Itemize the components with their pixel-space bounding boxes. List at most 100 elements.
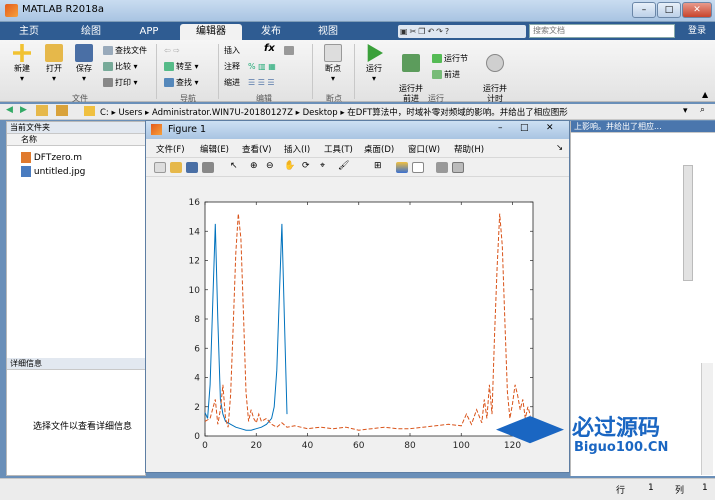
data-cursor-icon[interactable]: ⌖ xyxy=(320,161,325,171)
pointer-icon[interactable]: ↖ xyxy=(230,161,238,171)
status-row-value: 1 xyxy=(648,483,654,493)
show-plot-tools-icon[interactable] xyxy=(452,162,464,173)
save-figure-icon[interactable] xyxy=(186,162,198,173)
breadcrumb-segment[interactable]: Desktop xyxy=(303,108,338,118)
tab-publish[interactable]: 发布 xyxy=(246,24,296,40)
redo-icon[interactable]: ↷ xyxy=(436,27,445,36)
ribbon-collapse-icon[interactable]: ▲ xyxy=(702,90,708,99)
rotate-icon[interactable]: ⟳ xyxy=(302,161,310,171)
help-icon[interactable]: ? xyxy=(445,27,451,36)
new-icon xyxy=(13,44,31,62)
run-section-button[interactable]: 运行节 xyxy=(432,54,468,64)
group-separator xyxy=(156,44,157,99)
save-button[interactable]: 保存 ▾ xyxy=(71,44,97,84)
new-button[interactable]: 新建 ▾ xyxy=(8,44,36,84)
breadcrumb-segment[interactable]: Users xyxy=(118,108,142,118)
menu-desktop[interactable]: 桌面(D) xyxy=(364,143,394,155)
menu-view[interactable]: 查看(V) xyxy=(242,143,271,155)
figure-maximize-button[interactable]: □ xyxy=(520,123,529,133)
tab-home[interactable]: 主页 xyxy=(6,24,52,40)
y-tick-label: 16 xyxy=(189,198,201,208)
figure-minimize-button[interactable]: – xyxy=(498,123,503,133)
open-file-icon[interactable] xyxy=(170,162,182,173)
hide-plot-tools-icon[interactable] xyxy=(436,162,448,173)
menu-edit[interactable]: 编辑(E) xyxy=(200,143,229,155)
graduation-cap-icon xyxy=(496,416,564,444)
fx-button[interactable]: fx xyxy=(264,44,275,54)
menu-window[interactable]: 窗口(W) xyxy=(408,143,440,155)
name-column-header[interactable]: 名称 xyxy=(7,134,145,146)
indent-button[interactable]: 缩进 xyxy=(224,78,240,88)
save-icon[interactable]: ▣ xyxy=(400,27,410,36)
status-row-label: 行 xyxy=(616,486,626,496)
watermark-logo: 必过源码 Biguo100.CN xyxy=(492,408,702,468)
workspace-scrollbar[interactable] xyxy=(701,363,713,475)
comment-icons[interactable]: % ▥ ▦ xyxy=(248,62,276,72)
indent-icons[interactable]: ☰ ☰ ☰ xyxy=(248,78,275,88)
goto-icon xyxy=(164,62,174,71)
run-and-time-button[interactable]: 运行并 计时 xyxy=(478,44,512,104)
zoom-out-icon[interactable]: ⊖ xyxy=(266,161,274,171)
list-item[interactable]: DFTzero.m xyxy=(21,152,82,163)
nav-back-icon[interactable]: ◀ xyxy=(6,105,13,115)
browse-folder-icon[interactable] xyxy=(56,105,68,116)
details-placeholder: 选择文件以查看详细信息 xyxy=(33,422,133,432)
figure-close-button[interactable]: ✕ xyxy=(546,123,554,133)
breadcrumb-segment[interactable]: 在DFT算法中，时域补零对频域的影响。并给出了相应图形 xyxy=(347,108,567,118)
menu-tools[interactable]: 工具(T) xyxy=(324,143,353,155)
minimize-button[interactable]: – xyxy=(632,2,656,18)
undo-icon[interactable]: ↶ xyxy=(427,27,436,36)
window-title-bar: MATLAB R2018a – □ ✕ xyxy=(0,0,715,22)
breadcrumb-segment[interactable]: Administrator.WIN7U-20180127Z xyxy=(152,108,293,118)
new-figure-icon[interactable] xyxy=(154,162,166,173)
cut-icon[interactable]: ✂ xyxy=(410,27,419,36)
menu-dock-icon[interactable]: ↘ xyxy=(556,143,563,153)
tab-apps[interactable]: APP xyxy=(124,24,174,40)
breakpoints-button[interactable]: 断点 ▾ xyxy=(318,44,348,84)
run-button[interactable]: 运行 ▾ xyxy=(360,44,388,84)
advance-button[interactable]: 前进 xyxy=(432,70,460,80)
zoom-in-icon[interactable]: ⊕ xyxy=(250,161,258,171)
login-button[interactable]: 登录 xyxy=(680,22,714,40)
editor-tab-title[interactable]: 上影响。并给出了相应... xyxy=(571,121,715,133)
comment-button[interactable]: 注释 xyxy=(224,62,240,72)
nav-forward-icon[interactable]: ▶ xyxy=(20,105,27,115)
stopwatch-icon xyxy=(486,54,504,72)
colorbar-icon[interactable] xyxy=(396,162,408,173)
editor-scrollbar[interactable] xyxy=(683,165,693,281)
pan-icon[interactable]: ✋ xyxy=(284,161,295,171)
group-separator xyxy=(354,44,355,99)
group-label-file: 文件 xyxy=(72,94,88,103)
tab-view[interactable]: 视图 xyxy=(302,24,354,40)
y-tick-label: 0 xyxy=(194,432,200,442)
details-title: 详细信息 xyxy=(7,358,145,370)
menu-insert[interactable]: 插入(I) xyxy=(284,143,310,155)
search-documentation-input[interactable]: 搜索文档 xyxy=(529,24,675,38)
goto-button[interactable]: 转至 ▾ xyxy=(164,62,199,72)
find-files-button[interactable]: 查找文件 xyxy=(103,46,147,56)
menu-file[interactable]: 文件(F) xyxy=(156,143,185,155)
insert-button[interactable]: 插入 xyxy=(224,46,240,56)
folder-path-icon xyxy=(84,106,95,116)
legend-icon[interactable] xyxy=(412,162,424,173)
menu-help[interactable]: 帮助(H) xyxy=(454,143,484,155)
address-dropdown-icon[interactable]: ▾ xyxy=(683,106,688,116)
tab-editor[interactable]: 编辑器 xyxy=(180,24,242,40)
back-forward-icons[interactable]: ⇦ ⇨ xyxy=(164,46,180,56)
link-icon[interactable]: ⊞ xyxy=(374,161,382,171)
close-button[interactable]: ✕ xyxy=(682,2,712,18)
maximize-button[interactable]: □ xyxy=(657,2,681,18)
find-button[interactable]: 查找 ▾ xyxy=(164,78,199,88)
insert-function-icon[interactable] xyxy=(284,46,296,56)
group-label-navigate: 导航 xyxy=(180,94,196,103)
print-button[interactable]: 打印 ▾ xyxy=(103,78,138,88)
compare-button[interactable]: 比较 ▾ xyxy=(103,62,138,72)
address-search-icon[interactable]: ⌕ xyxy=(700,105,705,115)
up-folder-icon[interactable] xyxy=(36,105,48,116)
open-button[interactable]: 打开 ▾ xyxy=(40,44,68,84)
breadcrumb-segment[interactable]: C: xyxy=(100,108,109,118)
brush-icon[interactable]: 🖌 xyxy=(338,161,349,171)
tab-plots[interactable]: 绘图 xyxy=(66,24,116,40)
list-item[interactable]: untitled.jpg xyxy=(21,166,85,177)
print-figure-icon[interactable] xyxy=(202,162,214,173)
